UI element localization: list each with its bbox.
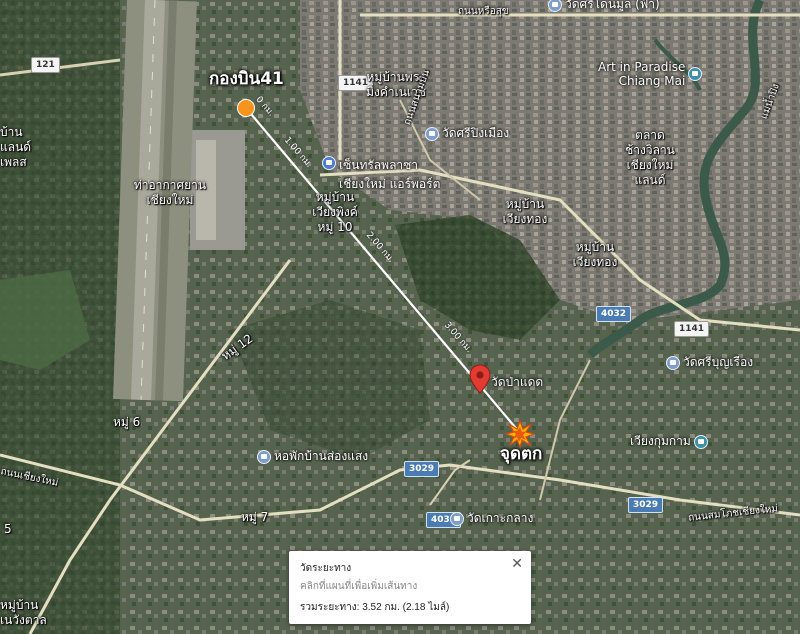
village-label-line: เวียงทอง [572,255,618,269]
poi-label-line: เชียงใหม่ แอร์พอร์ต [339,177,441,191]
village-label: หมู่บ้าน เวียงทอง [560,240,630,270]
temple-icon [450,511,464,526]
village-label-line: หมู่บ้าน [575,240,615,254]
poi-wat-sri-bunrueang[interactable]: วัดศรีบุญเรือง [666,353,753,372]
village-label: หมู่บ้าน เนวังตาล [0,598,47,628]
hotel-icon [257,449,271,464]
total-distance: รวมระยะทาง: 3.52 กม. (2.18 ไมล์) [300,602,450,613]
route-shield: 121 [31,57,60,73]
village-label-line: หมู่บ้าน [505,197,545,211]
shopping-icon [322,156,336,170]
moo-label: หมู่ 7 [241,510,269,524]
village-label-line: บ้าน [0,125,23,139]
explosion-icon [505,420,535,448]
moo-label: หมู่ 6 [113,415,141,429]
poi-label: วัดศรีปิงเมือง [442,126,510,140]
village-label-line: หมู่ 10 [317,220,353,234]
temple-icon [548,0,562,12]
panel-hint: คลิกที่แผนที่เพื่อเพิ่มเส้นทาง [300,581,418,592]
route-shield: 3029 [628,497,664,513]
airport-label-line1: ท่าอากาศยาน [133,178,207,192]
poi-label: วัดเกาะกลาง [467,511,534,525]
poi-label: Art in Paradise Chiang Mai [598,60,685,88]
route-shield: 1141 [674,321,710,337]
poi-label: หอพักบ้านส่องแสง [274,449,369,463]
village-label-line: เนวังตาล [0,613,47,627]
village-label: บ้าน แลนด์ เพลส [0,125,31,170]
village-label-line: แลนด์ [634,173,666,187]
village-label: หมู่บ้าน เวียงทอง [490,197,560,227]
airport-label-line2: เชียงใหม่ [146,193,194,207]
airport-label: ท่าอากาศยาน เชียงใหม่ [120,178,220,208]
close-icon[interactable]: ✕ [511,555,523,571]
road-label: ถนนหรือสุข [458,6,509,17]
poi-art-in-paradise[interactable]: Art in Paradise Chiang Mai [598,60,703,88]
poi-label-line: Art in Paradise [598,60,686,74]
poi-label-line: Chiang Mai [618,74,686,88]
village-label: ตลาด ช้างวิลาน เชียงใหม่ แลนด์ [610,128,690,188]
village-label-line: เวียงทอง [502,212,548,226]
village-label-line: หมู่บ้าน [0,598,39,612]
poi-wiang-kum-kam[interactable]: เวียงกุมกาม [630,432,708,451]
panel-title: วัดระยะทาง [300,563,352,574]
temple-icon [425,126,439,141]
village-label-line: แลนด์ [0,140,32,154]
village-label-line: เชียงใหม่ [626,158,674,172]
poi-wat-sri-ping-mueang[interactable]: วัดศรีปิงเมือง [425,124,509,143]
poi-hostel[interactable]: หอพักบ้านส่องแสง [257,447,368,466]
poi-label: วัดป่าแดด [491,375,544,389]
wing41-marker[interactable] [236,98,256,118]
poi-central-airport[interactable]: เซ็นทรัลพลาซาเชียงใหม่ แอร์พอร์ต [322,156,440,194]
poi-label: วัดศรีโดนมูล (ฟ้า) [565,0,660,11]
poi-wat-pa-daet[interactable]: วัดป่าแดด [491,373,543,392]
route-shield: 3029 [404,461,440,477]
moo-label: 5 [4,522,12,536]
route-shield: 4032 [596,306,632,322]
poi-wat-ko-klang[interactable]: วัดเกาะกลาง [450,509,533,528]
village-label-line: ช้างวิลาน [625,143,675,157]
wing41-label: กองบิน41 [209,69,284,89]
poi-label: เวียงกุมกาม [630,434,691,448]
poi-label-line: เซ็นทรัลพลาซา [339,158,419,172]
poi-wat-top[interactable]: วัดศรีโดนมูล (ฟ้า) [548,0,660,14]
map-pin-icon[interactable] [469,364,491,394]
temple-icon [666,355,680,370]
village-label-line: เวียงพิงค์ [312,205,358,219]
village-label-line: ตลาด [635,128,665,142]
museum-icon [688,67,703,81]
landmark-icon [693,434,708,449]
village-label-line: เพลส [0,155,27,169]
village-label: หมู่บ้าน เวียงพิงค์ หมู่ 10 [300,190,370,235]
map-view[interactable]: 0 กม. 1.00 กม. 2.00 กม. 3.00 กม. 121 114… [0,0,800,634]
poi-label: เซ็นทรัลพลาซาเชียงใหม่ แอร์พอร์ต [339,156,440,194]
poi-label: วัดศรีบุญเรือง [683,355,754,369]
circle-marker-icon [237,99,255,117]
measure-distance-panel: วัดระยะทาง คลิกที่แผนที่เพื่อเพิ่มเส้นทา… [289,551,531,624]
